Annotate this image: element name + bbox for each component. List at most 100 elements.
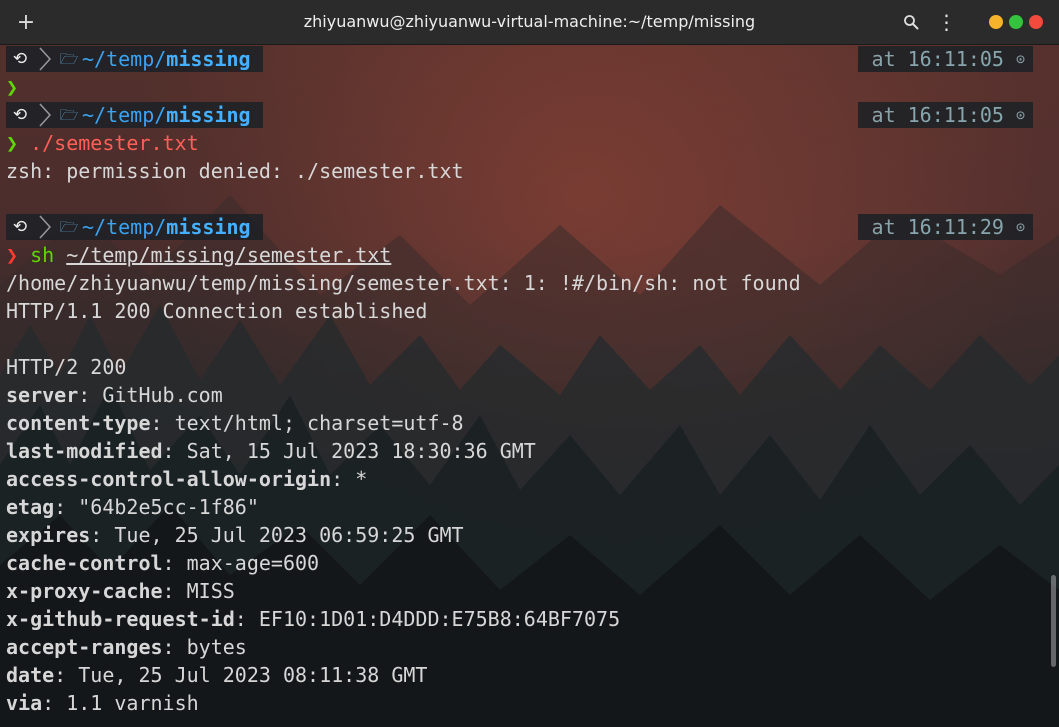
prompt-time: 16:11:05 xyxy=(907,47,1004,71)
header-value: Tue, 25 Jul 2023 06:59:25 GMT xyxy=(114,523,464,547)
output-text: HTTP/1.1 200 Connection established xyxy=(6,299,428,323)
output-line: HTTP/2 200 xyxy=(0,353,1059,381)
window-title: zhiyuanwu@zhiyuanwu-virtual-machine:~/te… xyxy=(303,12,756,31)
http-header-line: last-modified: Sat, 15 Jul 2023 18:30:36… xyxy=(6,439,536,463)
right-prompt: at 16:11:05 ⊙ xyxy=(857,46,1033,72)
http-header-line: via: 1.1 varnish xyxy=(6,691,199,715)
scrollbar[interactable] xyxy=(1051,575,1056,667)
terminal-window: + zhiyuanwu@zhiyuanwu-virtual-machine:~/… xyxy=(0,0,1059,727)
http-header-line: server: GitHub.com xyxy=(6,383,223,407)
http-header-line: x-github-request-id: EF10:1D01:D4DDD:E75… xyxy=(6,607,621,631)
prompt-segment: ⟲ 🗁 ~/temp/missing xyxy=(6,102,263,128)
header-value: bytes xyxy=(186,635,247,659)
header-value: Sat, 15 Jul 2023 18:30:36 GMT xyxy=(186,439,536,463)
right-prompt: at 16:11:29 ⊙ xyxy=(857,214,1033,240)
close-button[interactable] xyxy=(1029,15,1043,29)
terminal-body[interactable]: ⟲ 🗁 ~/temp/missing at 16:11:05 ⊙ ❯ ⟲ 🗁 ~/temp/mis… xyxy=(0,45,1059,727)
menu-button[interactable]: ⋮ xyxy=(930,0,964,44)
path-current-dir: missing xyxy=(166,215,251,239)
header-key: etag xyxy=(6,495,55,519)
clock-icon: ⊙ xyxy=(1015,218,1025,236)
header-key: via xyxy=(6,691,43,715)
http-header-line: accept-ranges: bytes xyxy=(6,635,247,659)
header-key: content-type xyxy=(6,411,151,435)
http-header-line: access-control-allow-origin: * xyxy=(6,467,368,491)
header-key: cache-control xyxy=(6,551,163,575)
header-key: access-control-allow-origin xyxy=(6,467,332,491)
http-header-line: etag: "64b2e5cc-1f86" xyxy=(6,495,259,519)
terminal-output: ⟲ 🗁 ~/temp/missing at 16:11:05 ⊙ ❯ ⟲ 🗁 ~/temp/mis… xyxy=(0,45,1059,717)
prompt-time: 16:11:05 xyxy=(907,103,1004,127)
title-bar: + zhiyuanwu@zhiyuanwu-virtual-machine:~/… xyxy=(0,0,1059,45)
header-value: text/html; charset=utf-8 xyxy=(174,411,464,435)
header-value: EF10:1D01:D4DDD:E75B8:64BF7075 xyxy=(258,607,621,631)
path-current-dir: missing xyxy=(166,47,251,71)
ubuntu-icon: ⟲ xyxy=(12,49,28,69)
command-program: sh xyxy=(30,243,55,267)
at-label: at xyxy=(871,47,896,71)
path-prefix: ~/temp/ xyxy=(82,47,167,71)
search-icon xyxy=(904,15,919,30)
chevron-separator-icon xyxy=(39,103,52,127)
output-line: zsh: permission denied: ./semester.txt xyxy=(0,157,1059,185)
search-button[interactable] xyxy=(894,0,928,44)
output-line: HTTP/1.1 200 Connection established xyxy=(0,297,1059,325)
command-line: ❯ sh ~/temp/missing/semester.txt xyxy=(0,241,1059,269)
path-prefix: ~/temp/ xyxy=(82,103,167,127)
prompt-arrow-icon: ❯ xyxy=(6,75,19,99)
header-key: date xyxy=(6,663,55,687)
header-key: server xyxy=(6,383,79,407)
prompt-arrow-icon: ❯ xyxy=(6,131,19,155)
http-header-line: cache-control: max-age=600 xyxy=(6,551,320,575)
folder-icon: 🗁 xyxy=(59,106,79,124)
header-value: 1.1 varnish xyxy=(66,691,199,715)
command-text: ./semester.txt xyxy=(30,131,199,155)
path-prefix: ~/temp/ xyxy=(82,215,167,239)
chevron-separator-icon xyxy=(39,215,52,239)
minimize-button[interactable] xyxy=(989,15,1003,29)
status-line: ❯ xyxy=(0,73,1059,101)
prompt-line: ⟲ 🗁 ~/temp/missing at 16:11:29 ⊙ xyxy=(0,213,1059,241)
window-controls xyxy=(989,15,1043,29)
http-header-line: expires: Tue, 25 Jul 2023 06:59:25 GMT xyxy=(6,523,464,547)
header-value: max-age=600 xyxy=(186,551,320,575)
prompt-line: ⟲ 🗁 ~/temp/missing at 16:11:05 ⊙ xyxy=(0,101,1059,129)
new-tab-button[interactable]: + xyxy=(6,0,46,44)
output-line: /home/zhiyuanwu/temp/missing/semester.tx… xyxy=(0,269,1059,297)
command-argument: ~/temp/missing/semester.txt xyxy=(66,243,392,267)
folder-icon: 🗁 xyxy=(59,218,79,236)
header-value: GitHub.com xyxy=(102,383,223,407)
at-label: at xyxy=(871,215,896,239)
header-value: "64b2e5cc-1f86" xyxy=(78,495,259,519)
header-value: * xyxy=(355,467,368,491)
output-text: /home/zhiyuanwu/temp/missing/semester.tx… xyxy=(6,271,801,295)
ubuntu-icon: ⟲ xyxy=(12,105,28,125)
header-value: Tue, 25 Jul 2023 08:11:38 GMT xyxy=(78,663,428,687)
header-key: accept-ranges xyxy=(6,635,163,659)
prompt-time: 16:11:29 xyxy=(907,215,1004,239)
command-line: ❯ ./semester.txt xyxy=(0,129,1059,157)
header-value: MISS xyxy=(186,579,235,603)
at-label: at xyxy=(871,103,896,127)
right-prompt: at 16:11:05 ⊙ xyxy=(857,102,1033,128)
http-header-line: content-type: text/html; charset=utf-8 xyxy=(6,411,464,435)
chevron-separator-icon xyxy=(39,47,52,71)
output-text: zsh: permission denied: ./semester.txt xyxy=(6,159,464,183)
header-key: x-proxy-cache xyxy=(6,579,163,603)
ubuntu-icon: ⟲ xyxy=(12,217,28,237)
output-text: HTTP/2 200 xyxy=(6,355,127,379)
prompt-line: ⟲ 🗁 ~/temp/missing at 16:11:05 ⊙ xyxy=(0,45,1059,73)
maximize-button[interactable] xyxy=(1009,15,1023,29)
folder-icon: 🗁 xyxy=(59,50,79,68)
prompt-segment: ⟲ 🗁 ~/temp/missing xyxy=(6,46,263,72)
prompt-arrow-icon: ❯ xyxy=(6,243,19,267)
header-key: x-github-request-id xyxy=(6,607,235,631)
clock-icon: ⊙ xyxy=(1015,50,1025,68)
header-key: last-modified xyxy=(6,439,163,463)
http-header-line: x-proxy-cache: MISS xyxy=(6,579,235,603)
header-key: expires xyxy=(6,523,91,547)
prompt-segment: ⟲ 🗁 ~/temp/missing xyxy=(6,214,263,240)
clock-icon: ⊙ xyxy=(1015,106,1025,124)
